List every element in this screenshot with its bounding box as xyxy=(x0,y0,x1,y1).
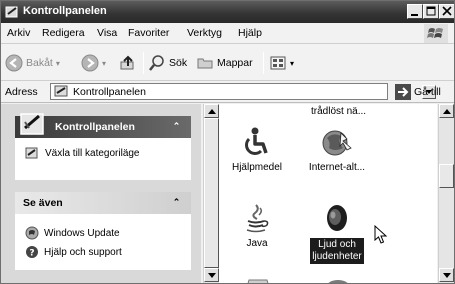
address-label: Adress xyxy=(5,86,38,98)
go-label: Gå till xyxy=(414,86,441,98)
scroll-up-button[interactable] xyxy=(204,104,219,118)
folders-icon xyxy=(197,58,213,69)
window-title: Kontrollpanelen xyxy=(23,5,107,17)
arrow-up-icon xyxy=(208,109,216,114)
java-icon xyxy=(246,204,269,233)
see-also-header[interactable]: Se även ⌃ xyxy=(15,192,191,214)
folders-label: Mappar xyxy=(217,57,253,69)
menu-arkiv[interactable]: Arkiv xyxy=(7,27,30,39)
see-also-box: Se även ⌃ Windows Update ? Hjälp och sup… xyxy=(15,192,191,270)
control-panel-box: Kontrollpanelen ⌃ Växla till kategoriläg… xyxy=(15,113,191,180)
close-button[interactable] xyxy=(439,4,454,19)
switch-category-view-link[interactable]: Växla till kategoriläge xyxy=(25,146,140,161)
control-panel-header[interactable]: Kontrollpanelen ⌃ xyxy=(15,113,191,138)
go-arrow-icon xyxy=(395,84,411,100)
windows-update-link[interactable]: Windows Update xyxy=(25,226,120,240)
svg-text:?: ? xyxy=(29,249,34,259)
mouse-cursor-icon xyxy=(374,225,388,244)
internet-options-icon xyxy=(322,130,352,156)
toolbar-separator xyxy=(263,52,264,74)
menu-visa[interactable]: Visa xyxy=(97,27,117,39)
sound-devices-label: Ljud och ljudenheter xyxy=(310,238,364,264)
scroll-up-button[interactable] xyxy=(439,104,454,118)
collapse-icon[interactable]: ⌃ xyxy=(170,196,183,209)
control-panel-icon xyxy=(54,85,68,97)
views-icon xyxy=(270,56,286,70)
menu-verktyg[interactable]: Verktyg xyxy=(187,27,222,39)
back-label: Bakåt xyxy=(26,57,53,69)
windows-logo-icon xyxy=(424,24,448,43)
content-scrollbar[interactable] xyxy=(438,104,454,283)
views-button[interactable]: ▾ xyxy=(269,53,294,73)
menu-hjalp[interactable]: Hjälp xyxy=(238,27,262,39)
maximize-icon xyxy=(426,6,436,16)
accessibility-icon xyxy=(245,127,268,155)
close-icon xyxy=(442,6,452,16)
folder-up-icon xyxy=(120,55,134,70)
address-bar: Adress Kontrollpanelen Gå till xyxy=(1,81,454,103)
accessibility-label: Hjälpmedel xyxy=(231,162,283,173)
menu-bar: Arkiv Redigera Visa Favoriter Verktyg Hj… xyxy=(1,23,454,44)
arrow-up-icon xyxy=(443,109,451,114)
go-button[interactable]: Gå till xyxy=(395,84,441,100)
control-panel-header-title: Kontrollpanelen xyxy=(55,121,135,133)
forward-button[interactable]: ▾ xyxy=(81,53,106,73)
collapse-icon[interactable]: ⌃ xyxy=(170,120,183,133)
java-item[interactable]: Java xyxy=(219,202,295,249)
arrow-down-icon xyxy=(208,273,216,278)
title-bar[interactable]: Kontrollpanelen xyxy=(1,1,454,23)
menu-favoriter[interactable]: Favoriter xyxy=(128,27,169,39)
windows-update-label: Windows Update xyxy=(44,227,120,239)
scroll-down-button[interactable] xyxy=(439,268,454,282)
forward-dropdown-icon[interactable]: ▾ xyxy=(102,59,106,68)
control-panel-items: trådlöst nä... Hjälpmedel Internet-alt..… xyxy=(219,104,437,283)
back-button[interactable]: Bakåt ▾ xyxy=(5,53,60,73)
menu-redigera[interactable]: Redigera xyxy=(42,27,85,39)
views-dropdown-icon[interactable]: ▾ xyxy=(290,59,294,68)
control-panel-window: Kontrollpanelen Arkiv Redigera Visa Favo… xyxy=(0,0,455,284)
sound-devices-label-line1: Ljud och xyxy=(318,239,356,250)
see-also-title: Se även xyxy=(23,197,63,209)
search-label: Sök xyxy=(169,57,188,69)
help-icon: ? xyxy=(26,246,38,259)
sound-devices-item[interactable]: Ljud och ljudenheter xyxy=(299,202,375,264)
toolbar: Bakåt ▾ ▾ Sök Mappar ▾ xyxy=(1,44,454,81)
partial-item-icon xyxy=(247,279,269,283)
toolbar-separator xyxy=(143,52,144,74)
minimize-button[interactable] xyxy=(407,4,423,19)
minimize-icon xyxy=(411,14,418,16)
address-input[interactable]: Kontrollpanelen xyxy=(50,83,436,100)
partial-item-icon xyxy=(328,280,348,283)
search-icon xyxy=(149,55,164,71)
category-view-icon xyxy=(25,147,38,159)
scroll-thumb[interactable] xyxy=(439,164,454,188)
accessibility-item[interactable]: Hjälpmedel xyxy=(219,126,295,173)
control-panel-icon xyxy=(5,6,18,18)
scroll-down-button[interactable] xyxy=(204,268,219,282)
speaker-icon xyxy=(327,205,347,231)
address-value: Kontrollpanelen xyxy=(73,86,146,98)
help-support-link[interactable]: ? Hjälp och support xyxy=(25,245,122,259)
sound-devices-label-line2: ljudenheter xyxy=(312,251,362,262)
control-panel-large-icon xyxy=(20,113,44,135)
java-label: Java xyxy=(246,238,268,249)
internet-options-item[interactable]: Internet-alt... xyxy=(299,126,375,173)
up-button[interactable] xyxy=(119,53,137,73)
folders-button[interactable]: Mappar xyxy=(196,53,253,73)
maximize-button[interactable] xyxy=(423,4,439,19)
internet-options-label: Internet-alt... xyxy=(308,162,366,173)
switch-category-view-label: Växla till kategoriläge xyxy=(45,148,140,159)
back-arrow-icon xyxy=(5,54,23,72)
partial-item-label: trådlöst nä... xyxy=(311,106,367,117)
scroll-thumb[interactable] xyxy=(204,118,219,268)
arrow-down-icon xyxy=(443,273,451,278)
forward-arrow-icon xyxy=(81,54,99,72)
task-pane-scrollbar[interactable] xyxy=(203,104,219,283)
search-button[interactable]: Sök xyxy=(148,53,187,73)
back-dropdown-icon[interactable]: ▾ xyxy=(56,59,60,68)
windows-update-icon xyxy=(25,226,39,240)
help-support-label: Hjälp och support xyxy=(44,246,122,258)
task-pane: Kontrollpanelen ⌃ Växla till kategoriläg… xyxy=(1,104,201,283)
